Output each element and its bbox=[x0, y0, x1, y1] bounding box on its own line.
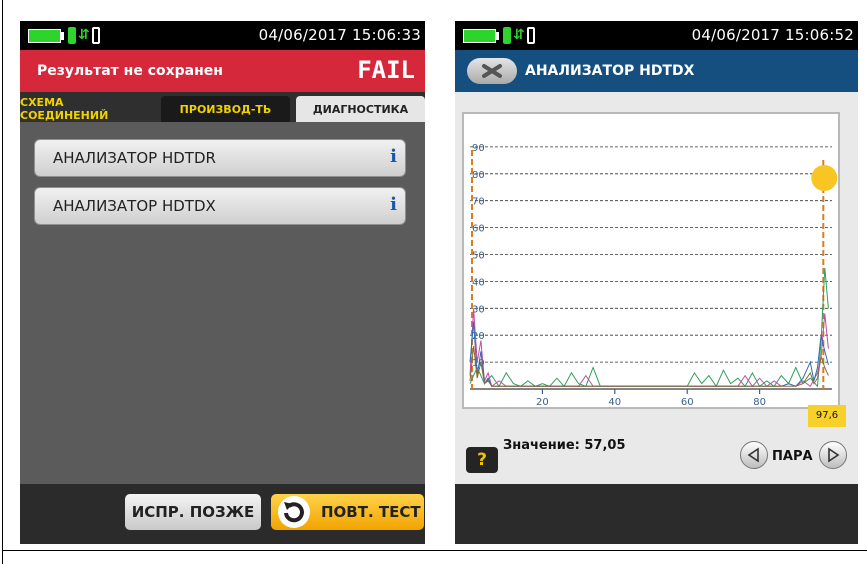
pair-trace-3 bbox=[469, 321, 829, 387]
help-button[interactable]: ? bbox=[466, 447, 498, 473]
help-icon: ? bbox=[477, 450, 487, 470]
y-tick-label: 60 bbox=[472, 224, 485, 235]
status-bar: ⇵ 04/06/2017 15:06:33 bbox=[20, 21, 425, 50]
y-tick-label: 50 bbox=[472, 251, 485, 262]
tab-diagnostics[interactable]: ДИАГНОСТИКА bbox=[296, 96, 425, 122]
plot-canvas: 10203040506070809020 40 60 80 bbox=[469, 143, 838, 408]
info-icon[interactable]: i bbox=[390, 194, 397, 215]
next-pair-button[interactable] bbox=[819, 441, 847, 469]
tab-bar: СХЕМА СОЕДИНЕНИЙ ПРОИЗВОД-ТЬ ДИАГНОСТИКА bbox=[20, 92, 425, 122]
value-readout: Значение: 57,05 bbox=[503, 438, 626, 453]
y-tick-label: 90 bbox=[472, 143, 485, 154]
link-device-icon bbox=[503, 27, 511, 44]
pair-trace-2 bbox=[469, 308, 829, 388]
title-bar: АНАЛИЗАТОР HDTDX bbox=[455, 50, 858, 92]
analyzer-content: 10 20 30 40 50 60 70 80 90 20 40 60 80 97,6 ? Значен… bbox=[455, 92, 858, 484]
remote-device-icon bbox=[92, 27, 100, 44]
x-tick-label: 80 bbox=[753, 397, 766, 407]
result-message: Результат не сохранен bbox=[37, 63, 223, 79]
pair-trace-1 bbox=[469, 267, 829, 388]
battery-tip bbox=[61, 32, 64, 40]
item-label: АНАЛИЗАТОР HDTDR bbox=[53, 149, 216, 167]
back-x-icon bbox=[482, 64, 502, 78]
left-device-screen: ⇵ 04/06/2017 15:06:33 Результат не сохра… bbox=[20, 21, 425, 544]
remote-device-icon bbox=[527, 27, 535, 44]
pair-label: ПАРА bbox=[772, 449, 813, 464]
datetime: 04/06/2017 15:06:52 bbox=[691, 26, 854, 44]
cursor-value-flag: 97,6 bbox=[808, 405, 846, 427]
link-device-icon bbox=[68, 27, 76, 44]
datetime: 04/06/2017 15:06:33 bbox=[258, 26, 421, 44]
retest-button[interactable]: ПОВТ. ТЕСТ bbox=[271, 494, 424, 530]
result-status: FAIL bbox=[357, 56, 415, 84]
item-label: АНАЛИЗАТОР HDTDX bbox=[53, 197, 216, 215]
prev-pair-button[interactable] bbox=[740, 441, 768, 469]
bottom-action-bar: ИСПР. ПОЗЖЕ ПОВТ. ТЕСТ bbox=[20, 484, 425, 544]
battery-tip bbox=[496, 32, 499, 40]
cursor-handle bbox=[811, 165, 838, 191]
right-arrow-icon bbox=[828, 447, 840, 463]
hdtdr-analyzer-button[interactable]: АНАЛИЗАТОР HDTDR i bbox=[34, 139, 406, 177]
back-button[interactable] bbox=[467, 58, 517, 84]
hdtdx-plot: 10 20 30 40 50 60 70 80 90 20 40 60 80 bbox=[462, 112, 840, 409]
tab-wiremap[interactable]: СХЕМА СОЕДИНЕНИЙ bbox=[20, 96, 153, 122]
y-tick-label: 40 bbox=[472, 277, 485, 288]
result-bar: Результат не сохранен FAIL bbox=[20, 50, 425, 92]
y-tick-label: 70 bbox=[472, 197, 485, 208]
left-arrow-icon bbox=[747, 447, 759, 463]
pair-trace-4 bbox=[469, 345, 829, 387]
battery-icon bbox=[28, 29, 61, 43]
frame-bottom-border bbox=[2, 550, 867, 551]
y-tick-label: 80 bbox=[472, 170, 485, 181]
bottom-bar bbox=[455, 484, 858, 544]
x-tick-label: 40 bbox=[608, 397, 621, 407]
tab-performance[interactable]: ПРОИЗВОД-ТЬ bbox=[161, 96, 290, 122]
page-title: АНАЛИЗАТОР HDTDX bbox=[525, 63, 695, 79]
x-tick-label: 20 bbox=[536, 397, 549, 407]
info-icon[interactable]: i bbox=[390, 146, 397, 167]
hdtdx-analyzer-button[interactable]: АНАЛИЗАТОР HDTDX i bbox=[34, 187, 406, 225]
x-tick-label: 60 bbox=[681, 397, 694, 407]
frame-left-border bbox=[2, 0, 3, 564]
link-arrows-icon: ⇵ bbox=[513, 27, 525, 43]
status-bar: ⇵ 04/06/2017 15:06:52 bbox=[455, 21, 858, 50]
fix-later-button[interactable]: ИСПР. ПОЗЖЕ bbox=[125, 494, 261, 530]
right-device-screen: ⇵ 04/06/2017 15:06:52 АНАЛИЗАТОР HDTDX 1… bbox=[455, 21, 858, 544]
retest-arrow-icon bbox=[278, 496, 310, 528]
battery-icon bbox=[463, 29, 496, 43]
link-arrows-icon: ⇵ bbox=[78, 27, 90, 43]
